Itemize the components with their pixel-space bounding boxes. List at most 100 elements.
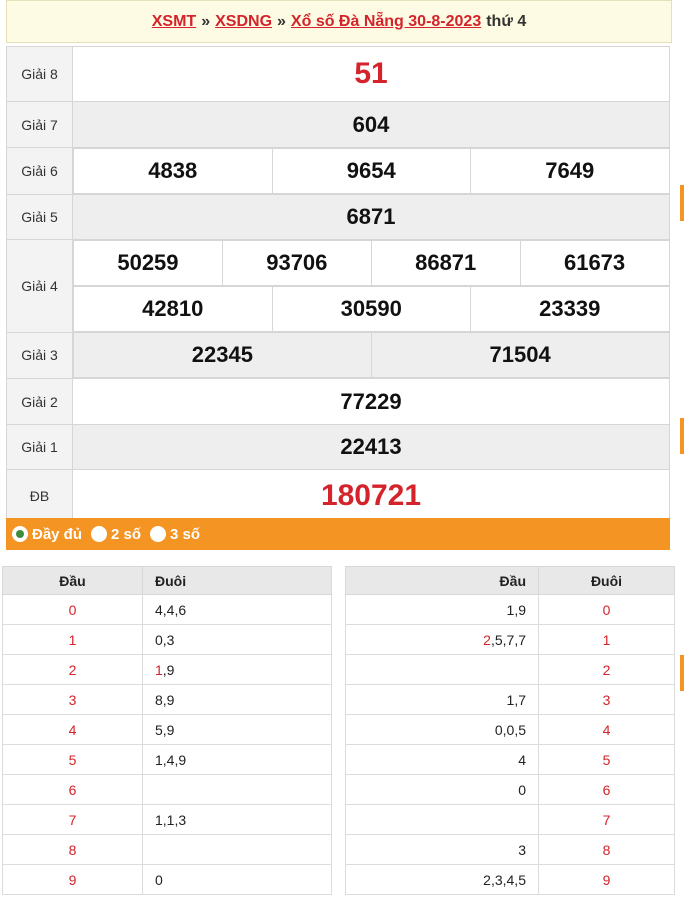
loto-head-digit: 6 [2,774,143,805]
loto-head-table: Đầu Đuôi 0 4,4,6 1 0,3 2 1,9 3 8,9 4 5,9 5 1,4,9 6 7 1… [2,566,332,895]
loto-tail-digit: 2 [538,654,675,685]
loto-head-values: 1,7 [345,684,539,715]
loto-digits: 1,9 [506,601,526,618]
loto-head-digit: 0 [2,594,143,625]
prize-number-g6: 9654 [271,148,471,194]
loto-head-digit: 9 [2,864,143,895]
prize-label-g7: Giải 7 [6,101,73,148]
prize-label-g6: Giải 6 [6,147,73,195]
display-option-bar: Đầy đủ 2 số 3 số [6,518,670,550]
loto-tail-values: 0,3 [142,624,332,655]
prize-label-g2: Giải 2 [6,378,73,425]
prize-label-g3: Giải 3 [6,331,73,379]
loto-digits: 4 [518,751,526,768]
loto-tail-values: 1,4,9 [142,744,332,775]
loto-digits: ,9 [162,661,175,678]
loto-special-digit: 2 [483,631,491,648]
prize-number-g4: 93706 [221,240,372,286]
results-table: Giải 8 51 Giải 7 604 Giải 6 4838 9654 76… [6,46,670,522]
table-row: 45 [345,744,675,775]
loto-head-digit: 3 [2,684,143,715]
loto-digits: 2,3,4,5 [483,871,526,888]
prize-number-g6: 7649 [470,148,670,194]
loto-digits: 0,0,5 [494,721,526,738]
loto-digits: 5,9 [155,721,175,738]
prize-label-g4: Giải 4 [6,239,73,333]
loto-tail-values: 1,9 [142,654,332,685]
table-row: 1,9 0 [345,594,675,625]
loto-digits: 0 [155,871,163,888]
table-row: 6 [2,774,332,805]
prize-number-g1: 22413 [72,424,670,470]
prize-number-g5: 6871 [72,194,670,240]
table-row: 4 5,9 [2,714,332,745]
loto-digits: 4,4,6 [155,601,187,618]
prize-number-g7: 604 [72,101,670,148]
table-row: 38 [345,834,675,865]
breadcrumb-link-result-date[interactable]: Xổ số Đà Nẵng 30-8-2023 [291,13,481,31]
column-header-tail: Đuôi [142,566,332,595]
table-row: 90 [2,864,332,895]
prize-row-g3: 22345 71504 [73,332,670,379]
loto-head-digit: 1 [2,624,143,655]
radio-selected-icon[interactable] [12,526,28,542]
column-header-head: Đầu [345,566,539,595]
loto-tail-digit: 9 [538,864,675,895]
loto-tail-digit: 0 [538,594,675,625]
loto-head-digit: 5 [2,744,143,775]
loto-tail-values [142,774,332,805]
loto-digits: 0,3 [155,631,175,648]
loto-digits: 0 [518,781,526,798]
breadcrumb-separator: » [277,12,286,30]
table-row: 1,7 3 [345,684,675,715]
option-two-digits[interactable]: 2 số [91,526,141,543]
prize-number-g4: 42810 [73,286,273,332]
loto-digits: 1,1,3 [155,811,187,828]
loto-digits: 3 [518,841,526,858]
prize-number-g2: 77229 [72,378,670,425]
table-row: 2,3,4,5 9 [345,864,675,895]
table-row: 8 [2,834,332,865]
loto-head-digit: 2 [2,654,143,685]
option-three-digits-label: 3 số [170,525,201,543]
loto-tail-digit: 3 [538,684,675,715]
prize-number-g4: 23339 [470,286,670,332]
table-row: 0 4,4,6 [2,594,332,625]
loto-tail-table: Đầu Đuôi 1,9 0 2,5,7,7 1 2 1,7 3 0,0,5 4 4 5 0 6 7 3 8 2… [345,566,675,895]
loto-digits: 8,9 [155,691,175,708]
loto-head-values: 2,3,4,5 [345,864,539,895]
loto-head-values: 0 [345,774,539,805]
loto-tail-values: 0 [142,864,332,895]
loto-special-digit: 1 [155,661,163,678]
breadcrumb-link-xsmt[interactable]: XSMT [152,13,196,31]
loto-tail-digit: 1 [538,624,675,655]
prize-row-g6: 4838 9654 7649 [73,148,670,195]
option-full[interactable]: Đầy đủ [12,526,82,543]
breadcrumb-link-xsdng[interactable]: XSDNG [215,13,272,31]
prize-label-g5: Giải 5 [6,194,73,240]
edge-marker [680,185,684,221]
loto-tail-values: 5,9 [142,714,332,745]
prize-number-g4: 30590 [271,286,471,332]
option-three-digits[interactable]: 3 số [150,526,200,543]
loto-tail-values: 4,4,6 [142,594,332,625]
prize-number-g4: 50259 [73,240,223,286]
loto-tail-digit: 8 [538,834,675,865]
prize-number-g6: 4838 [73,148,273,194]
loto-digits: 1,4,9 [155,751,187,768]
radio-unselected-icon[interactable] [91,526,108,542]
loto-tail-values [142,834,332,865]
prize-label-db: ĐB [6,469,73,522]
loto-head-digit: 7 [2,804,143,835]
loto-digits: ,5,7,7 [490,631,526,648]
option-full-label: Đầy đủ [32,525,83,543]
loto-tail-digit: 4 [538,714,675,745]
table-row: 7 1,1,3 [2,804,332,835]
prize-number-g8: 51 [72,46,670,102]
radio-unselected-icon[interactable] [150,526,167,542]
table-row: 1 0,3 [2,624,332,655]
loto-tail-values: 1,1,3 [142,804,332,835]
loto-head-values: 0,0,5 [345,714,539,745]
prize-number-g4: 61673 [519,240,670,286]
loto-head-digit: 8 [2,834,143,865]
